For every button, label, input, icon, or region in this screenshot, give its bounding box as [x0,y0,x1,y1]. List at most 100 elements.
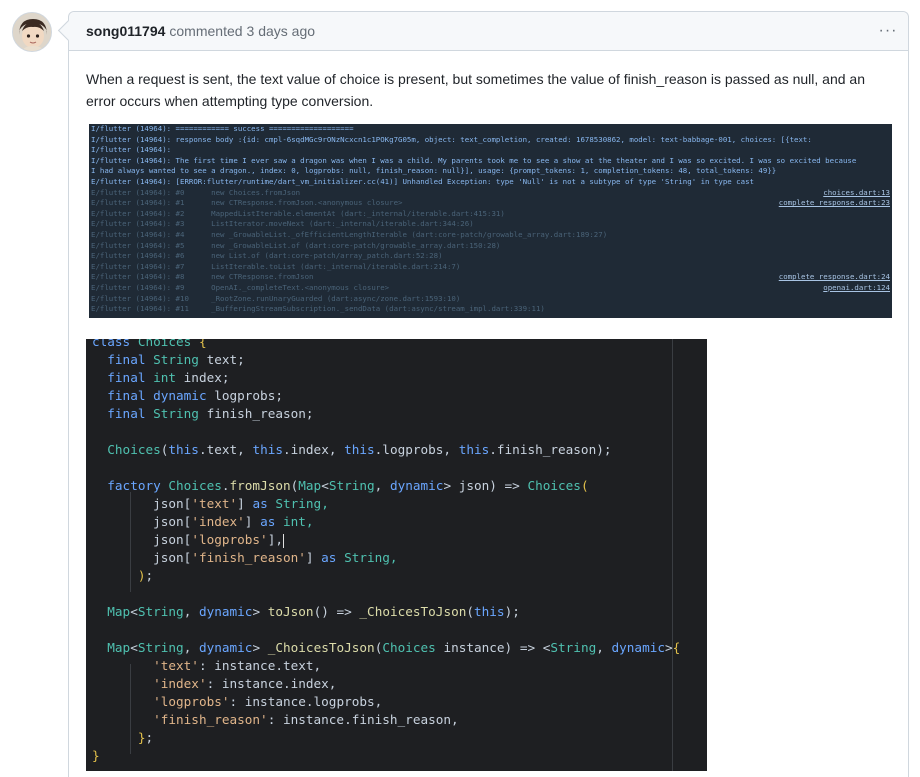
code-token: { [672,640,681,655]
code-line: 'logprobs': instance.logprobs, [92,693,382,711]
code-line: 'index': instance.index, [92,675,336,693]
terminal-line-text: I/flutter (14964): [91,145,172,155]
terminal-file-link[interactable]: complete_response.dart:23 [779,198,890,209]
text-cursor [282,533,284,548]
comment-header: song011794 commented 3 days ago ··· [69,12,908,51]
code-token: 'text' [153,658,199,673]
code-token: . [221,478,230,493]
comment-body: When a request is sent, the text value o… [86,71,865,109]
code-token: Choices [137,339,199,349]
comment-author[interactable]: song011794 [86,23,165,39]
code-token: : instance.finish_reason, [267,712,459,727]
code-token: 'finish_reason' [153,712,268,727]
code-line: Choices(this.text, this.index, this.logp… [92,441,611,459]
code-token: dynamic [153,388,215,403]
code-token: ] [237,496,253,511]
code-token: this [252,442,283,457]
code-token: Choices [527,478,581,493]
code-token: toJson [267,604,314,619]
code-token: factory [92,478,169,493]
code-token: int, [283,514,314,529]
code-token: 'text' [191,496,238,511]
comment-action: commented [169,23,243,39]
code-token: ; [145,568,154,583]
code-token: 'index' [191,514,245,529]
code-token: String [137,640,184,655]
comment-time[interactable]: 3 days ago [247,23,316,39]
terminal-line: I/flutter (14964): ============ success … [89,124,892,135]
code-token: String [137,604,184,619]
code-token: json[ [92,514,192,529]
code-line: json['index'] as int, [92,513,314,531]
code-token: text; [206,352,245,367]
terminal-line-text: E/flutter (14964): #2 MappedListIterable… [91,208,505,218]
code-token: dynamic [198,640,253,655]
code-token: this [168,442,199,457]
code-line: factory Choices.fromJson (Map<String, dyn… [92,477,589,495]
code-line: final dynamic logprobs; [92,387,283,405]
code-token: ; [145,730,154,745]
code-line: final String finish_reason; [92,405,313,423]
code-token: 'index' [153,676,207,691]
code-token: String, [344,550,398,565]
code-token: final [92,370,154,385]
terminal-line-text: E/flutter (14964): #6 new List.of (dart:… [91,251,443,261]
code-token: > [252,640,268,655]
code-token: .finish_reason); [489,442,612,457]
code-token: ( [466,604,475,619]
terminal-line-text: E/flutter (14964): #4 new _GrowableList.… [91,229,608,239]
code-token: ], [267,532,283,547]
code-token: Map [92,640,131,655]
code-token: json[ [92,532,192,547]
code-token: , [596,640,612,655]
editor-ruler [672,339,673,771]
terminal-line: E/flutter (14964): #3 ListIterator.moveN… [89,219,892,230]
terminal-line: E/flutter (14964): #2 MappedListIterable… [89,209,892,220]
code-token: final [92,388,154,403]
terminal-line-text: I/flutter (14964): response body :{id: c… [91,134,812,144]
code-token: String [153,406,207,421]
comment-box: song011794 commented 3 days ago ··· When… [57,11,909,777]
code-token: < [130,640,138,655]
code-token: Map [92,604,131,619]
code-token: as [252,496,276,511]
terminal-line: I had always wanted to see a dragon., in… [89,166,892,177]
code-token: dynamic [611,640,665,655]
code-screenshot: class Choices { final String text; final… [86,339,707,771]
terminal-line: E/flutter (14964): #11 _BufferingStreamS… [89,304,892,315]
code-token: 'finish_reason' [191,550,306,565]
code-line: final int index; [92,369,229,387]
terminal-file-link[interactable]: complete_response.dart:24 [779,272,890,283]
code-token: 'logprobs' [153,694,230,709]
avatar[interactable] [12,12,52,52]
terminal-line-text: E/flutter (14964): #5 new _GrowableList.… [91,240,501,250]
code-token: instance) => < [443,640,551,655]
code-token: > json) => [443,478,528,493]
terminal-line: E/flutter (14964): #1 new CTResponse.fro… [89,198,892,209]
terminal-file-link[interactable]: choices.dart:13 [823,188,890,199]
terminal-line-text: E/flutter (14964): #3 ListIterator.moveN… [91,219,474,229]
code-token: Map [298,478,322,493]
code-token: , [183,640,199,655]
terminal-file-link[interactable]: openai.dart:124 [823,283,890,294]
code-token: String [328,478,375,493]
code-token: 'logprobs' [191,532,268,547]
code-token: , [374,478,390,493]
kebab-horizontal-icon[interactable]: ··· [878,21,898,41]
code-token: } [92,748,100,763]
code-line: json['text'] as String, [92,495,329,513]
code-token: String [153,352,207,367]
code-token: .index, [283,442,345,457]
code-token: ( [580,478,589,493]
code-token: > [252,604,268,619]
code-token: fromJson [229,478,291,493]
code-line: json['finish_reason'] as String, [92,549,398,567]
terminal-line: E/flutter (14964): #0 new Choices.fromJs… [89,188,892,199]
terminal-line: I/flutter (14964): [89,145,892,156]
code-token: json[ [92,550,192,565]
terminal-line: E/flutter (14964): #4 new _GrowableList.… [89,230,892,241]
